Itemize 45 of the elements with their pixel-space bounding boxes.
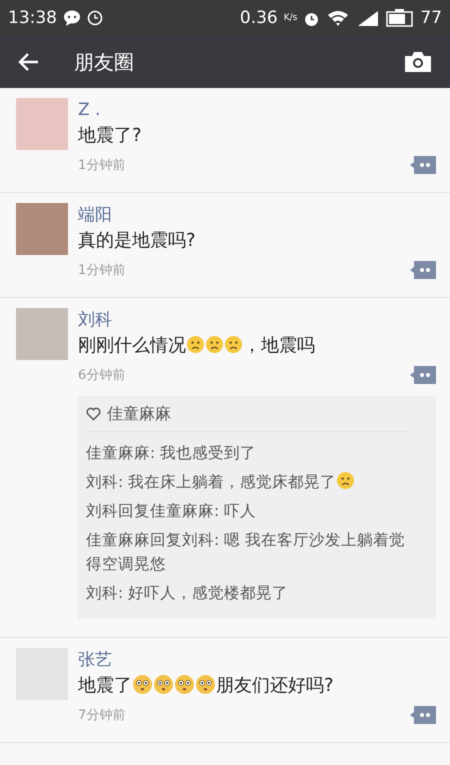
comment-text: 刘科回复佳童麻麻: 吓人 bbox=[86, 502, 256, 520]
comment-text: 刘科: 我在床上躺着，感觉床都晃了 bbox=[86, 472, 336, 491]
heart-icon bbox=[86, 407, 101, 422]
post-text: 地震了 bbox=[78, 674, 132, 696]
post-time: 1分钟前 bbox=[78, 262, 126, 279]
flushed-face-icon bbox=[174, 674, 195, 695]
user-name[interactable]: Z . bbox=[78, 98, 436, 122]
user-name[interactable]: 端阳 bbox=[78, 202, 436, 227]
wifi-icon bbox=[326, 9, 350, 27]
back-arrow-icon[interactable] bbox=[18, 52, 40, 72]
battery-percent: 77 bbox=[420, 8, 442, 28]
user-name[interactable]: 张艺 bbox=[78, 648, 436, 672]
frowning-face-icon bbox=[205, 334, 224, 354]
liker-name[interactable]: 佳童麻麻 bbox=[107, 404, 171, 425]
flushed-face-icon bbox=[132, 674, 153, 695]
chat-bubble-icon bbox=[63, 10, 81, 26]
post-text: ，地震吗 bbox=[243, 334, 315, 356]
comment-text: 佳童麻麻回复刘科: 嗯 我在客厅沙发上躺着觉得空调晃悠 bbox=[86, 530, 406, 573]
clock-icon bbox=[87, 10, 103, 26]
flushed-face-icon bbox=[153, 674, 174, 695]
speed-unit: K/s bbox=[284, 13, 298, 23]
clock-time: 13:38 bbox=[8, 8, 57, 28]
post-time: 1分钟前 bbox=[78, 156, 126, 174]
post-time: 7分钟前 bbox=[78, 706, 126, 724]
user-name[interactable]: 刘科 bbox=[78, 308, 436, 332]
comment-text: 佳童麻麻: 我也感受到了 bbox=[86, 444, 256, 462]
page-title: 朋友圈 bbox=[74, 48, 135, 76]
post-time: 6分钟前 bbox=[78, 366, 126, 384]
comment-text: 刘科: 好吓人，感觉楼都晃了 bbox=[86, 584, 288, 602]
camera-icon[interactable] bbox=[404, 51, 432, 73]
flushed-face-icon bbox=[195, 674, 216, 695]
battery-icon bbox=[386, 8, 414, 28]
network-speed: 0.36 bbox=[240, 8, 278, 28]
comment-icon[interactable] bbox=[410, 366, 436, 384]
post-text: 地震了? bbox=[78, 125, 142, 146]
comment-icon[interactable] bbox=[410, 260, 436, 279]
frowning-face-icon bbox=[224, 334, 243, 354]
comment-icon[interactable] bbox=[410, 706, 436, 724]
comment-icon[interactable] bbox=[410, 156, 436, 174]
post-text: 朋友们还好吗? bbox=[216, 674, 334, 696]
frowning-face-icon bbox=[186, 334, 205, 354]
post-text: 真的是地震吗? bbox=[78, 230, 196, 251]
frowning-face-icon bbox=[336, 470, 356, 490]
post-text: 刚刚什么情况 bbox=[78, 334, 186, 356]
signal-icon bbox=[356, 9, 380, 27]
